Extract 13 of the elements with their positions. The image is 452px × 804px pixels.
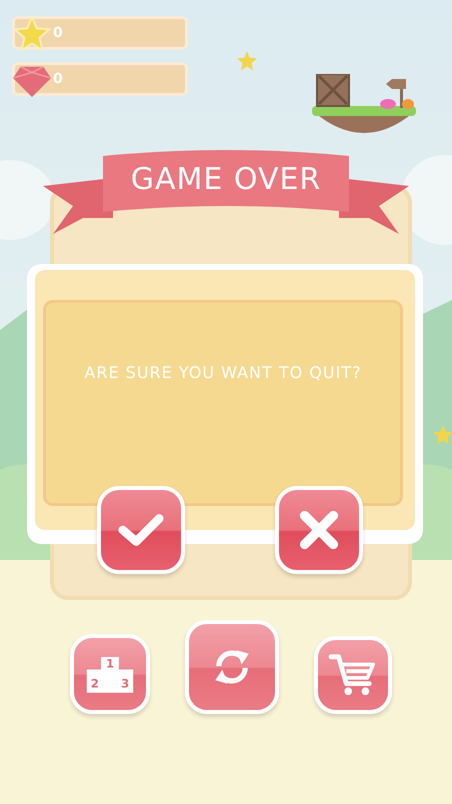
restart-button[interactable] — [185, 620, 279, 714]
star-icon — [432, 424, 452, 446]
star-icon — [236, 50, 258, 72]
cancel-button[interactable] — [275, 486, 363, 574]
star-icon — [13, 15, 51, 53]
leaderboard-button[interactable]: 1 2 3 — [70, 634, 150, 714]
cart-icon — [328, 653, 378, 697]
quit-message: ARE SURE YOU WANT TO QUIT? — [84, 363, 362, 384]
shop-button[interactable] — [314, 636, 392, 714]
star-count: 0 — [53, 25, 63, 41]
game-over-title: GAME OVER — [130, 161, 322, 199]
gem-count: 0 — [53, 71, 63, 87]
confirm-button[interactable] — [97, 486, 185, 574]
